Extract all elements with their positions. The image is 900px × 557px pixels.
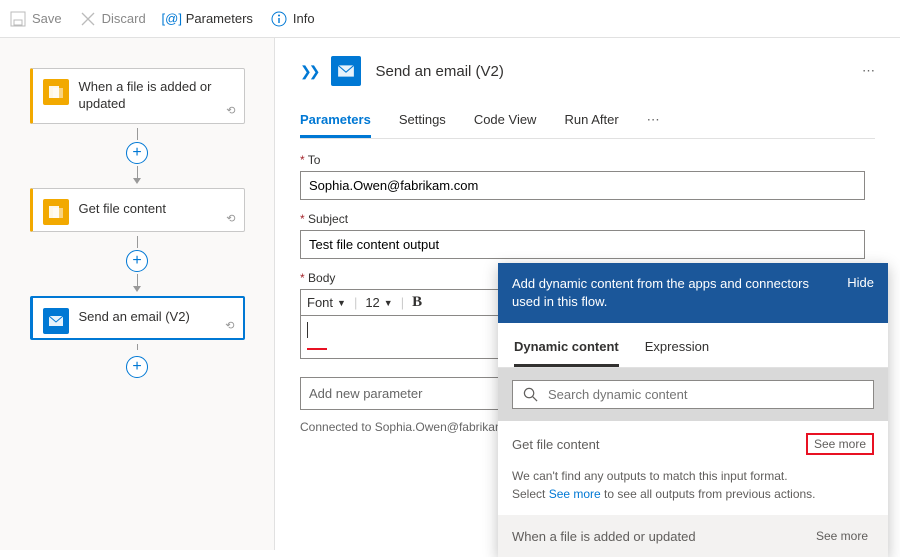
info-icon xyxy=(271,11,287,27)
popout-header-text: Add dynamic content from the apps and co… xyxy=(512,275,812,311)
save-button[interactable]: Save xyxy=(10,11,62,27)
section-get-file-content: Get file content See more xyxy=(498,421,888,467)
connector: + xyxy=(20,128,254,184)
tab-parameters[interactable]: Parameters xyxy=(300,104,371,138)
sharepoint-icon xyxy=(43,199,69,225)
tab-expression[interactable]: Expression xyxy=(645,333,709,367)
toolbar: Save Discard [@] Parameters Info xyxy=(0,0,900,38)
font-selector[interactable]: Font ▼ xyxy=(307,295,346,310)
tab-code-view[interactable]: Code View xyxy=(474,104,537,138)
info-label: Info xyxy=(293,11,315,26)
section1-label: Get file content xyxy=(512,437,599,452)
step-tabs: Parameters Settings Code View Run After … xyxy=(300,104,875,139)
connector: + xyxy=(20,344,254,380)
to-label: To xyxy=(300,153,875,167)
discard-button[interactable]: Discard xyxy=(80,11,146,27)
action-card-get-file[interactable]: Get file content ⟲ xyxy=(30,188,245,232)
add-step-button[interactable]: + xyxy=(126,356,148,378)
tab-dynamic-content[interactable]: Dynamic content xyxy=(514,333,619,367)
add-step-button[interactable]: + xyxy=(126,250,148,272)
to-field[interactable] xyxy=(300,171,865,200)
spellcheck-underline xyxy=(307,348,327,350)
section-trigger: When a file is added or updated See more xyxy=(498,515,888,557)
outlook-icon xyxy=(43,308,69,334)
info-button[interactable]: Info xyxy=(271,11,315,27)
connector: + xyxy=(20,236,254,292)
dynamic-content-popout: Add dynamic content from the apps and co… xyxy=(498,263,888,557)
body-field[interactable] xyxy=(300,315,515,359)
collapse-icon[interactable]: ❯❯ xyxy=(300,63,317,80)
parameters-label: Parameters xyxy=(186,11,253,26)
parameters-icon: [@] xyxy=(164,11,180,27)
subject-field[interactable] xyxy=(300,230,865,259)
sharepoint-icon xyxy=(43,79,69,105)
trigger-title: When a file is added or updated xyxy=(79,79,232,113)
save-label: Save xyxy=(32,11,62,26)
tab-more-icon[interactable]: ⋯ xyxy=(647,104,660,138)
action1-title: Get file content xyxy=(79,201,166,218)
no-outputs-hint: We can't find any outputs to match this … xyxy=(498,467,888,515)
tab-settings[interactable]: Settings xyxy=(399,104,446,138)
search-icon xyxy=(523,387,538,402)
body-format-toolbar: Font ▼ | 12 ▼ | B xyxy=(300,289,515,315)
search-input[interactable] xyxy=(548,387,863,402)
see-more-button[interactable]: See more xyxy=(810,527,874,545)
parameters-button[interactable]: [@] Parameters xyxy=(164,11,253,27)
step-title: Send an email (V2) xyxy=(375,63,503,80)
link-icon: ⟲ xyxy=(225,319,234,332)
see-more-button[interactable]: See more xyxy=(806,433,874,455)
designer-canvas: When a file is added or updated ⟲ + Get … xyxy=(0,38,275,550)
save-icon xyxy=(10,11,26,27)
subject-label: Subject xyxy=(300,212,875,226)
action2-title: Send an email (V2) xyxy=(79,309,190,326)
popout-header: Add dynamic content from the apps and co… xyxy=(498,263,888,323)
see-more-link[interactable]: See more xyxy=(549,487,601,501)
search-dynamic-content[interactable] xyxy=(512,380,874,409)
trigger-card[interactable]: When a file is added or updated ⟲ xyxy=(30,68,245,124)
hide-button[interactable]: Hide xyxy=(847,275,874,290)
link-icon: ⟲ xyxy=(226,104,235,117)
discard-label: Discard xyxy=(102,11,146,26)
add-step-button[interactable]: + xyxy=(126,142,148,164)
add-param-label: Add new parameter xyxy=(309,386,422,401)
more-icon[interactable]: ⋯ xyxy=(862,63,875,79)
action-card-send-email[interactable]: Send an email (V2) ⟲ xyxy=(30,296,245,340)
link-icon: ⟲ xyxy=(226,212,235,225)
tab-run-after[interactable]: Run After xyxy=(564,104,618,138)
x-icon xyxy=(80,11,96,27)
section2-label: When a file is added or updated xyxy=(512,529,696,544)
fontsize-selector[interactable]: 12 ▼ xyxy=(365,295,392,310)
outlook-icon xyxy=(331,56,361,86)
bold-button[interactable]: B xyxy=(412,294,422,311)
